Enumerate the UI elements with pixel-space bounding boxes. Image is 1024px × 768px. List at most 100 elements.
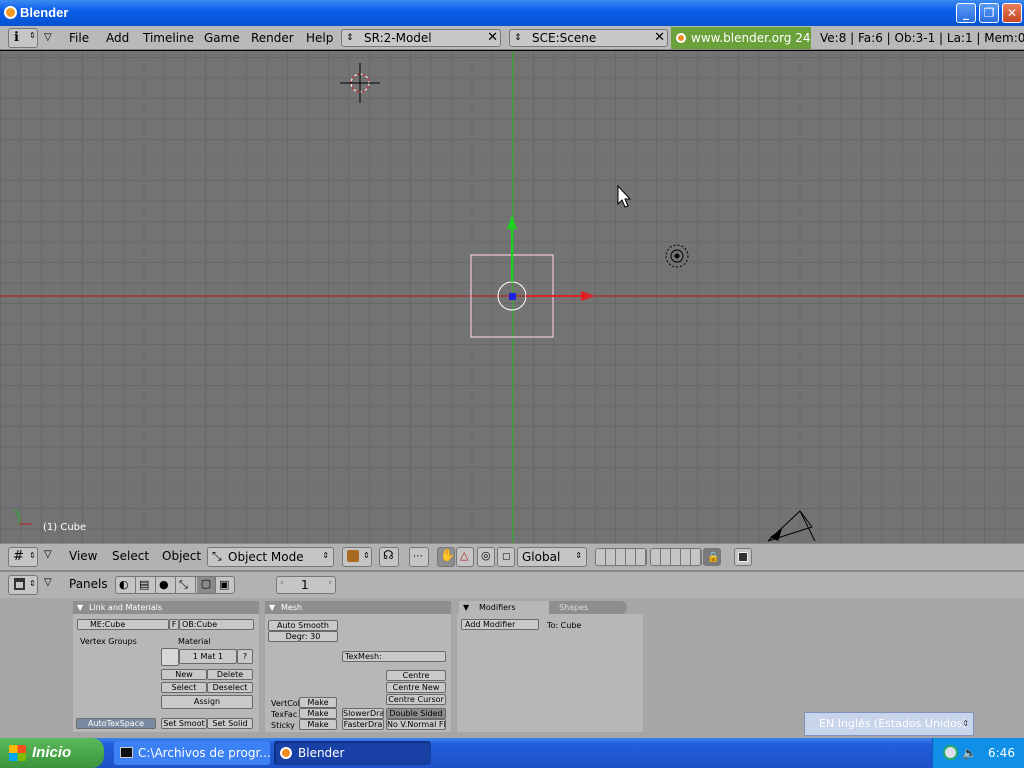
clock[interactable]: 6:46 bbox=[988, 746, 1015, 760]
collapse-menu-icon[interactable]: ▽ bbox=[44, 26, 52, 50]
degree-field[interactable]: Degr: 30 bbox=[268, 631, 338, 642]
collapse-menu-icon[interactable]: ▽ bbox=[44, 549, 52, 560]
texmesh-field[interactable]: TexMesh: bbox=[342, 651, 446, 662]
window-type-button-buttons[interactable]: ⇕ bbox=[8, 575, 38, 595]
layer-buttons-1[interactable] bbox=[595, 548, 647, 566]
window-type-button[interactable]: ℹ ⇕ bbox=[8, 28, 38, 48]
menu-timeline[interactable]: Timeline bbox=[143, 26, 194, 50]
updown-icon: ⇕ bbox=[363, 551, 370, 560]
orientation-selector[interactable]: Global ⇕ bbox=[517, 547, 587, 567]
close-button[interactable]: ✕ bbox=[1002, 3, 1022, 23]
deselect-material-button[interactable]: Deselect bbox=[207, 682, 253, 693]
collapse-menu-icon[interactable]: ▽ bbox=[44, 577, 52, 588]
panel-header[interactable]: ▼ Link and Materials bbox=[73, 601, 259, 614]
menu-game[interactable]: Game bbox=[204, 26, 240, 50]
panels-menu[interactable]: Panels bbox=[69, 577, 108, 591]
menu-select[interactable]: Select bbox=[112, 549, 149, 563]
material-query-button[interactable]: ? bbox=[237, 649, 253, 664]
layer-buttons-2[interactable] bbox=[650, 548, 702, 566]
lock-icon: 🔒 bbox=[707, 552, 720, 563]
render-preview-button[interactable] bbox=[734, 548, 752, 566]
make-texface-button[interactable]: Make bbox=[299, 708, 337, 719]
slower-draw-button[interactable]: SlowerDra bbox=[342, 708, 384, 719]
network-icon[interactable] bbox=[943, 745, 958, 760]
solid-draw-icon bbox=[347, 550, 359, 562]
mesh-datablock-field[interactable]: ME:Cube bbox=[77, 619, 169, 630]
delete-scene-icon[interactable]: ✕ bbox=[654, 30, 665, 46]
scene-selector[interactable]: ⇕ SCE:Scene ✕ bbox=[509, 29, 668, 47]
logic-icon: ◐ bbox=[119, 578, 129, 591]
scale-manipulator[interactable]: ▢ bbox=[497, 547, 515, 567]
make-vertcol-button[interactable]: Make bbox=[299, 697, 337, 708]
tab-shapes[interactable]: Shapes bbox=[549, 601, 627, 614]
menu-view[interactable]: View bbox=[69, 549, 97, 563]
faster-draw-button[interactable]: FasterDra bbox=[342, 719, 384, 730]
manipulator-toggle[interactable]: ✋ bbox=[437, 547, 455, 567]
blender-app-icon bbox=[4, 6, 17, 19]
viewport-overlay: Y bbox=[0, 51, 1024, 543]
no-vnormal-flip-toggle[interactable]: No V.Normal Fl bbox=[386, 719, 446, 730]
vertex-groups-label: Vertex Groups bbox=[80, 637, 137, 646]
centre-new-button[interactable]: Centre New bbox=[386, 682, 446, 693]
chevron-down-icon[interactable]: ⇕ bbox=[962, 713, 969, 735]
set-solid-button[interactable]: Set Solid bbox=[207, 718, 253, 729]
double-sided-toggle[interactable]: Double Sided bbox=[386, 708, 446, 719]
auto-smooth-toggle[interactable]: Auto Smooth bbox=[268, 620, 338, 631]
taskbar-item-console[interactable]: C:\Archivos de progr... bbox=[114, 741, 270, 765]
maximize-button[interactable]: ❐ bbox=[979, 3, 999, 23]
panel-tabs: ▼ Modifiers Shapes bbox=[457, 601, 643, 614]
fake-user-button[interactable]: F bbox=[169, 619, 179, 630]
updown-icon: ⇕ bbox=[29, 551, 36, 560]
menu-file[interactable]: File bbox=[69, 26, 89, 50]
menu-add[interactable]: Add bbox=[106, 26, 129, 50]
centre-button[interactable]: Centre bbox=[386, 670, 446, 681]
layer-lock-toggle[interactable]: 🔒 bbox=[703, 548, 721, 566]
speaker-icon[interactable]: 🔈 bbox=[962, 746, 977, 760]
windows-logo-icon bbox=[9, 745, 26, 761]
script-icon: ▤ bbox=[139, 578, 150, 591]
rotate-manipulator[interactable]: ◎ bbox=[477, 547, 495, 567]
menu-render[interactable]: Render bbox=[251, 26, 294, 50]
delete-material-button[interactable]: Delete bbox=[207, 669, 253, 680]
blender-link[interactable]: www.blender.org 242 bbox=[671, 27, 811, 49]
mode-selector[interactable]: ⤡ Object Mode ⇕ bbox=[207, 547, 334, 567]
language-label: EN Inglés (Estados Unidos) bbox=[819, 717, 967, 730]
frame-counter[interactable]: ‹ 1 › bbox=[276, 576, 336, 594]
select-material-button[interactable]: Select bbox=[161, 682, 207, 693]
new-material-button[interactable]: New bbox=[161, 669, 207, 680]
triangle-icon: △ bbox=[460, 549, 469, 562]
make-sticky-button[interactable]: Make bbox=[299, 719, 337, 730]
pivot-button[interactable]: ☊ bbox=[379, 547, 399, 567]
object-mode-icon: ⤡ bbox=[212, 549, 222, 563]
collapse-triangle-icon: ▼ bbox=[269, 603, 276, 612]
add-modifier-button[interactable]: Add Modifier bbox=[461, 619, 539, 630]
context-buttons[interactable]: ◐ ▤ ● ⤡ ▢ ▣ bbox=[115, 576, 235, 594]
minimize-button[interactable]: _ bbox=[956, 3, 976, 23]
taskbar-item-blender[interactable]: Blender bbox=[274, 741, 431, 765]
delete-screen-icon[interactable]: ✕ bbox=[487, 30, 498, 46]
menu-object[interactable]: Object bbox=[162, 549, 201, 563]
assign-material-button[interactable]: Assign bbox=[161, 695, 253, 709]
3d-viewport[interactable]: Y (1) Cube bbox=[0, 51, 1024, 543]
start-button[interactable]: Inicio bbox=[0, 738, 104, 768]
material-label: Material bbox=[178, 637, 211, 646]
layer-lock-button[interactable]: ⋯ bbox=[409, 547, 429, 567]
language-bar[interactable]: EN Inglés (Estados Unidos) ⇕ bbox=[804, 712, 974, 736]
tab-modifiers-label: Modifiers bbox=[479, 603, 516, 612]
window-type-button-3d[interactable]: # ⇕ bbox=[8, 547, 38, 567]
autotexspace-toggle[interactable]: AutoTexSpace bbox=[76, 718, 156, 729]
translate-manipulator[interactable]: △ bbox=[456, 547, 474, 567]
sticky-label: Sticky bbox=[271, 721, 295, 730]
panel-header[interactable]: ▼ Mesh bbox=[265, 601, 451, 614]
material-color-swatch[interactable] bbox=[161, 648, 179, 666]
material-slot-field[interactable]: 1 Mat 1 bbox=[179, 649, 237, 664]
draw-type-selector[interactable]: ⇕ bbox=[342, 547, 372, 567]
set-smooth-button[interactable]: Set Smoot bbox=[161, 718, 207, 729]
menu-help[interactable]: Help bbox=[306, 26, 333, 50]
centre-cursor-button[interactable]: Centre Cursor bbox=[386, 694, 446, 705]
screen-selector[interactable]: ⇕ SR:2-Model ✕ bbox=[341, 29, 501, 47]
x-arrow-icon bbox=[581, 291, 595, 301]
scene-icon: ▣ bbox=[219, 578, 230, 591]
object-name-field[interactable]: OB:Cube bbox=[179, 619, 254, 630]
tab-modifiers[interactable]: ▼ Modifiers bbox=[459, 601, 549, 614]
